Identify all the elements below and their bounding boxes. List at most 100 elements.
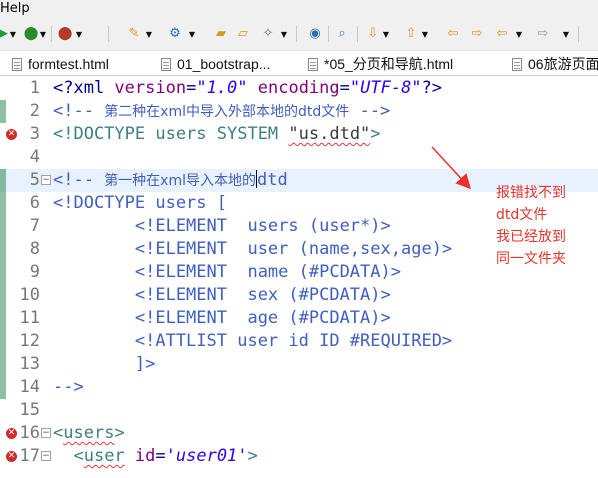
line-number: 2 (29, 101, 40, 121)
forward-dropdown-icon[interactable]: ▼ (562, 27, 570, 41)
tab-label: formtest.html (28, 56, 109, 72)
line-number: 14 (19, 377, 40, 397)
line-number: 3 (29, 124, 40, 144)
change-marker (0, 169, 6, 192)
code-line: 12 <!ATTLIST user id ID #REQUIRED> (0, 330, 598, 353)
code-line: ✕ 17 − <user id='user01'> (0, 445, 598, 468)
code-text: <!DOCTYPE users SYSTEM "us.dtd"> (53, 124, 381, 144)
fold-collapse-icon[interactable]: − (41, 451, 51, 461)
change-marker (0, 353, 6, 376)
line-number: 15 (19, 400, 40, 420)
xml-editor[interactable]: 1 <?xml version="1.0" encoding="UTF-8"?>… (0, 77, 598, 478)
back-dropdown-icon[interactable]: ▼ (515, 27, 523, 41)
globe-icon[interactable]: ◉ (306, 25, 324, 43)
line-number: 16 (19, 423, 40, 443)
error-icon[interactable]: ✕ (6, 129, 17, 140)
annotation-line: dtd文件 (496, 207, 548, 223)
code-text: <!ATTLIST user id ID #REQUIRED> (53, 331, 453, 351)
file-icon (12, 57, 22, 71)
line-number: 17 (19, 446, 40, 466)
forward-icon[interactable]: ⇨ (534, 25, 552, 43)
file-icon (512, 57, 522, 71)
line-number: 5 (29, 170, 40, 190)
toolbar: ▶ ▼ ⬤ ▼ ⬤ ▼ ✎ ▼ ⚙ ▼ ▰ ▱ ✧ ▼ ◉ ⌕ ⇩ ▼ ⇧ ▼ … (0, 17, 598, 51)
code-text: <!ELEMENT user (name,sex,age)> (53, 239, 453, 259)
new-wizard-icon[interactable]: ✎ (125, 25, 143, 43)
code-line: ✕ 16 − <users> (0, 422, 598, 445)
toolbar-separator (578, 26, 579, 42)
fold-collapse-icon[interactable]: − (41, 175, 51, 185)
code-text: <!ELEMENT sex (#PCDATA)> (53, 285, 391, 305)
code-text: ]> (53, 354, 156, 374)
error-icon[interactable]: ✕ (6, 428, 17, 439)
external-dropdown-icon[interactable]: ▼ (75, 27, 83, 41)
line-number: 10 (19, 285, 40, 305)
debug-dropdown-icon[interactable]: ▼ (39, 27, 47, 41)
prev-annotation-icon[interactable]: ⇦ (444, 25, 462, 43)
next-annotation-icon[interactable]: ⇨ (468, 25, 486, 43)
new-wizard-dropdown-icon[interactable]: ▼ (145, 27, 153, 41)
change-marker (0, 192, 6, 215)
line-number: 4 (29, 147, 40, 167)
code-line: 11 <!ELEMENT age (#PCDATA)> (0, 307, 598, 330)
menu-bar: Help (0, 0, 598, 17)
menu-help[interactable]: Help (0, 0, 30, 17)
search-icon[interactable]: ⌕ (333, 25, 351, 43)
run-external-icon[interactable]: ⬤ (56, 25, 74, 43)
line-number: 12 (19, 331, 40, 351)
change-marker (0, 376, 6, 399)
debug-icon[interactable]: ⬤ (22, 25, 40, 43)
file-icon (308, 57, 318, 71)
up-dropdown-icon[interactable]: ▼ (421, 27, 429, 41)
code-line: ✕ 3 <!DOCTYPE users SYSTEM "us.dtd"> (0, 123, 598, 146)
tab-label: 01_bootstrap... (177, 56, 271, 72)
web-service-icon[interactable]: ⚙ (166, 25, 184, 43)
toolbar-separator (296, 26, 297, 42)
toolbar-separator (108, 26, 109, 42)
toolbar-separator (328, 26, 329, 42)
open-folder-icon[interactable]: ▰ (212, 25, 230, 43)
change-marker (0, 238, 6, 261)
line-number: 7 (29, 216, 40, 236)
code-line: 13 ]> (0, 353, 598, 376)
code-text: --> (53, 377, 84, 397)
up-arrow-icon[interactable]: ⇧ (402, 25, 420, 43)
tab-label: *05_分页和导航.html (324, 56, 454, 72)
tab-bootstrap[interactable]: 01_bootstrap... (161, 52, 271, 75)
web-service-dropdown-icon[interactable]: ▼ (188, 27, 196, 41)
code-text: <users> (53, 423, 125, 443)
line-number: 13 (19, 354, 40, 374)
down-arrow-icon[interactable]: ⇩ (364, 25, 382, 43)
change-marker (0, 100, 6, 123)
code-text: <!ELEMENT age (#PCDATA)> (53, 308, 391, 328)
tab-pagination[interactable]: *05_分页和导航.html (308, 52, 454, 75)
code-line: 14 --> (0, 376, 598, 399)
tools-icon[interactable]: ✧ (259, 25, 277, 43)
error-icon[interactable]: ✕ (6, 451, 17, 462)
change-marker (0, 307, 6, 330)
line-number: 6 (29, 193, 40, 213)
code-line: 15 (0, 399, 598, 422)
code-line: 10 <!ELEMENT sex (#PCDATA)> (0, 284, 598, 307)
code-text: <!ELEMENT name (#PCDATA)> (53, 262, 401, 282)
tools-dropdown-icon[interactable]: ▼ (280, 27, 288, 41)
annotation-line: 同一文件夹 (496, 251, 566, 267)
code-text: <!-- 第二种在xml中导入外部本地的dtd文件 --> (53, 101, 391, 121)
tab-travel[interactable]: 06旅游页面 (512, 52, 598, 75)
tab-label: 06旅游页面 (528, 56, 598, 72)
code-text: <?xml version="1.0" encoding="UTF-8"?> (53, 78, 443, 98)
editor-tabs: formtest.html 01_bootstrap... *05_分页和导航.… (0, 52, 598, 76)
code-text: <!-- 第一种在xml导入本地的dtd (53, 170, 288, 190)
open-file-icon[interactable]: ▱ (234, 25, 252, 43)
run-dropdown-icon[interactable]: ▼ (9, 27, 17, 41)
change-marker (0, 261, 6, 284)
back-icon[interactable]: ⇦ (493, 25, 511, 43)
change-marker (0, 330, 6, 353)
annotation-line: 我已经放到 (496, 229, 566, 245)
tab-formtest[interactable]: formtest.html (12, 52, 109, 75)
down-dropdown-icon[interactable]: ▼ (382, 27, 390, 41)
line-number: 9 (29, 262, 40, 282)
fold-collapse-icon[interactable]: − (41, 428, 51, 438)
code-text: <!DOCTYPE users [ (53, 193, 227, 213)
code-line: 2 <!-- 第二种在xml中导入外部本地的dtd文件 --> (0, 100, 598, 123)
